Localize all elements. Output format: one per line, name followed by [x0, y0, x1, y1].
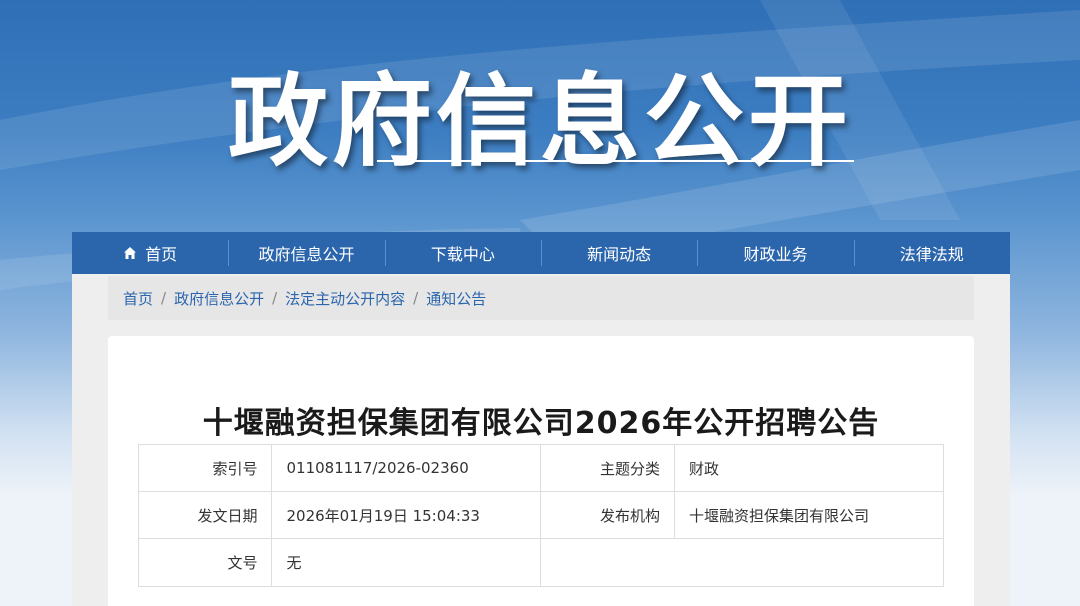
breadcrumb-separator: / — [413, 289, 419, 307]
breadcrumb-separator: / — [272, 289, 278, 307]
meta-value-docno: 无 — [271, 538, 542, 587]
nav-item-finance[interactable]: 财政业务 — [697, 232, 853, 274]
table-row: 索引号 011081117/2026-02360 主题分类 财政 — [137, 444, 945, 492]
meta-value-org: 十堰融资担保集团有限公司 — [673, 491, 945, 539]
meta-label-topic: 主题分类 — [540, 444, 675, 492]
meta-label-index: 索引号 — [137, 444, 273, 492]
breadcrumb-home[interactable]: 首页 — [123, 288, 153, 309]
nav-item-laws[interactable]: 法律法规 — [853, 232, 1010, 274]
nav-item-news[interactable]: 新闻动态 — [540, 232, 697, 274]
banner-title: 政府信息公开 — [228, 63, 852, 180]
nav-item-label: 下载中心 — [430, 245, 495, 264]
nav-item-label: 首页 — [145, 245, 178, 264]
meta-value-topic: 财政 — [673, 444, 945, 492]
home-icon — [124, 247, 137, 259]
meta-label-org: 发布机构 — [540, 491, 675, 539]
meta-empty-cell — [540, 538, 944, 587]
article-meta-table: 索引号 011081117/2026-02360 主题分类 财政 发文日期 20… — [137, 444, 945, 587]
nav-item-gov-info[interactable]: 政府信息公开 — [228, 232, 384, 274]
meta-label-docno: 文号 — [137, 538, 273, 587]
breadcrumb-gov-info[interactable]: 政府信息公开 — [174, 288, 264, 309]
article-title: 十堰融资担保集团有限公司2026年公开招聘公告 — [202, 406, 880, 441]
nav-item-label: 政府信息公开 — [258, 245, 355, 264]
breadcrumb-statutory[interactable]: 法定主动公开内容 — [285, 288, 405, 309]
table-row: 发文日期 2026年01月19日 15:04:33 发布机构 十堰融资担保集团有… — [137, 491, 945, 539]
main-nav: 首页 政府信息公开 下载中心 新闻动态 财政业务 法律法规 — [72, 232, 1010, 274]
table-row: 文号 无 — [137, 538, 944, 587]
nav-item-home[interactable]: 首页 — [72, 232, 228, 274]
meta-value-index: 011081117/2026-02360 — [271, 444, 542, 492]
nav-item-downloads[interactable]: 下载中心 — [384, 232, 541, 274]
meta-value-date: 2026年01月19日 15:04:33 — [271, 491, 542, 539]
nav-item-label: 新闻动态 — [587, 245, 652, 264]
meta-label-date: 发文日期 — [137, 491, 273, 539]
nav-item-label: 财政业务 — [743, 245, 808, 264]
breadcrumb-separator: / — [161, 289, 167, 307]
breadcrumb: 首页 / 政府信息公开 / 法定主动公开内容 / 通知公告 — [108, 276, 974, 320]
banner-underline — [377, 160, 854, 162]
nav-item-label: 法律法规 — [899, 245, 964, 264]
breadcrumb-notices[interactable]: 通知公告 — [426, 288, 486, 309]
